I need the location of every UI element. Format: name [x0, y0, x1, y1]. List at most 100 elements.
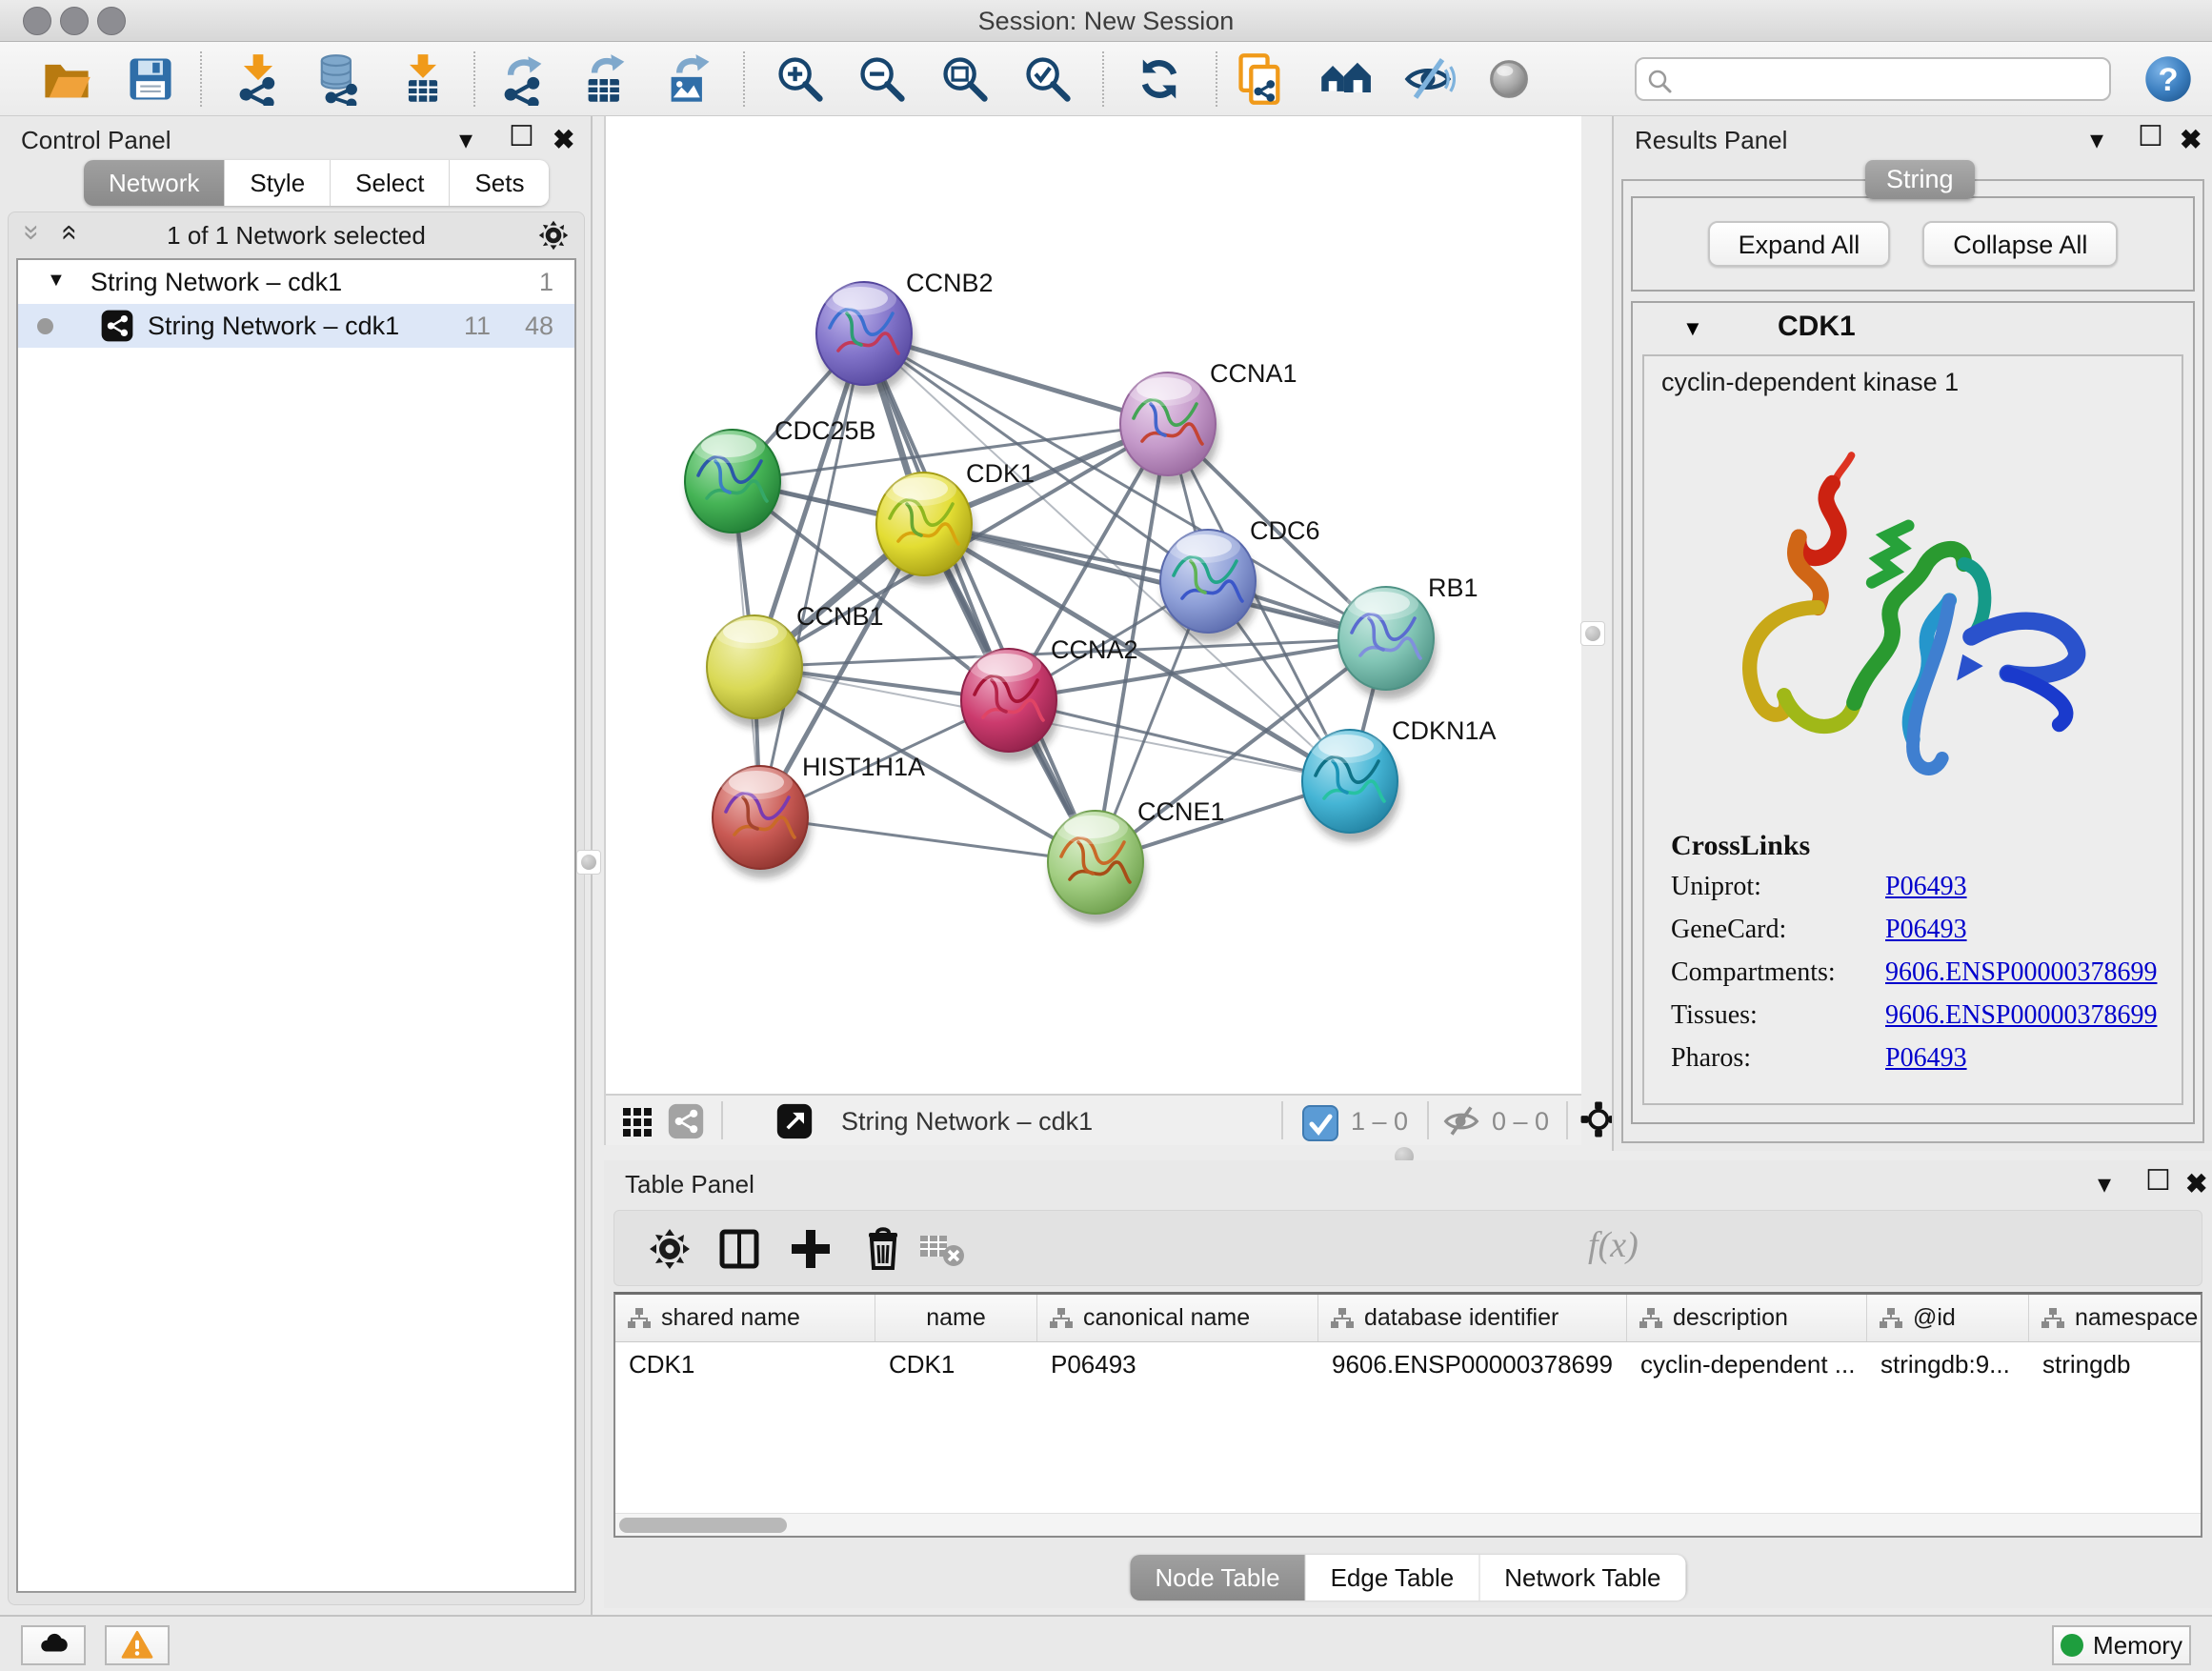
selected-count: 1 – 0 — [1351, 1107, 1408, 1137]
network-node-rb1[interactable] — [1338, 587, 1437, 699]
panel-close-icon[interactable]: ✖ — [553, 124, 574, 155]
network-node-cdc25b[interactable] — [685, 430, 783, 542]
delete-column-icon[interactable] — [858, 1224, 908, 1274]
tab-select[interactable]: Select — [331, 160, 450, 206]
table-cell[interactable]: stringdb:9... — [1867, 1342, 2029, 1388]
tab-style[interactable]: Style — [225, 160, 331, 206]
crosslink-row: GeneCard:P06493 — [1671, 915, 2182, 945]
add-column-icon[interactable] — [786, 1224, 835, 1274]
table-row[interactable]: CDK1CDK1P064939606.ENSP00000378699cyclin… — [615, 1342, 2201, 1388]
crosslink-link[interactable]: 9606.ENSP00000378699 — [1885, 1000, 2157, 1031]
panel-menu-icon[interactable]: ▾ — [2090, 124, 2103, 155]
import-network-file-icon[interactable] — [231, 52, 285, 106]
expand-all-button[interactable]: Expand All — [1708, 221, 1891, 267]
tab-network[interactable]: Network — [84, 160, 225, 206]
open-session-icon[interactable] — [40, 52, 93, 106]
table-cell[interactable]: 9606.ENSP00000378699 — [1318, 1342, 1627, 1388]
import-network-database-icon[interactable] — [312, 52, 365, 106]
network-row-selected[interactable]: String Network – cdk1 11 48 — [18, 304, 574, 348]
open-in-new-window-icon[interactable] — [775, 1102, 814, 1140]
column-header-namespace[interactable]: namespace — [2029, 1295, 2202, 1341]
tab-network-table[interactable]: Network Table — [1479, 1555, 1685, 1601]
left-splitter-handle[interactable] — [576, 850, 601, 875]
table-cell[interactable]: stringdb — [2029, 1342, 2202, 1388]
crosslink-link[interactable]: 9606.ENSP00000378699 — [1885, 957, 2157, 988]
duplicate-page-icon[interactable] — [1234, 52, 1287, 106]
zoom-selected-icon[interactable] — [1021, 52, 1075, 106]
column-header--id[interactable]: @id — [1867, 1295, 2029, 1341]
network-collection-row[interactable]: ▼ String Network – cdk1 1 — [18, 260, 574, 304]
memory-button[interactable]: Memory — [2052, 1625, 2191, 1665]
section-expand-icon[interactable]: ▼ — [1682, 316, 1703, 341]
crosslink-link[interactable]: P06493 — [1885, 872, 1967, 902]
search-input[interactable] — [1680, 61, 2100, 97]
string-results-card: Expand All Collapse All ▼ CDK1 cyclin-de… — [1621, 179, 2204, 1143]
right-splitter-handle[interactable] — [1580, 621, 1605, 646]
zoom-fit-icon[interactable] — [938, 52, 992, 106]
network-canvas[interactable]: CCNB2CCNA1CDC25BCDK1CDC6RB1CCNB1CCNA2CDK… — [606, 116, 1583, 1094]
selected-checkbox-icon[interactable] — [1301, 1104, 1339, 1142]
results-panel: Results Panel ▾ ☐ ✖ String Expand All Co… — [1612, 116, 2212, 1151]
table-cell[interactable]: cyclin-dependent ... — [1627, 1342, 1867, 1388]
network-node-ccna1[interactable] — [1120, 372, 1218, 485]
network-node-ccna2[interactable] — [961, 649, 1059, 761]
first-neighbors-icon[interactable] — [1318, 52, 1372, 106]
scrollbar-thumb[interactable] — [619, 1518, 787, 1533]
tab-string[interactable]: String — [1865, 160, 1975, 199]
column-header-name[interactable]: name — [875, 1295, 1037, 1341]
network-node-hist1h1a[interactable] — [713, 766, 811, 878]
zoom-in-icon[interactable] — [774, 52, 827, 106]
table-toolbar: f(x) — [613, 1210, 2202, 1286]
tab-node-table[interactable]: Node Table — [1131, 1555, 1306, 1601]
birds-eye-view-icon[interactable] — [619, 1102, 657, 1140]
panel-float-icon[interactable]: ☐ — [2145, 1164, 2171, 1198]
network-node-cdk1[interactable] — [876, 473, 975, 585]
column-header-shared-name[interactable]: shared name — [615, 1295, 875, 1341]
import-table-file-icon[interactable] — [396, 52, 450, 106]
table-cell[interactable]: CDK1 — [615, 1342, 875, 1388]
zoom-out-icon[interactable] — [855, 52, 909, 106]
tab-edge-table[interactable]: Edge Table — [1306, 1555, 1480, 1601]
network-node-cdc6[interactable] — [1160, 530, 1258, 642]
help-icon[interactable]: ? — [2142, 52, 2195, 106]
column-header-description[interactable]: description — [1627, 1295, 1867, 1341]
crosslink-link[interactable]: P06493 — [1885, 915, 1967, 945]
table-settings-gear-icon[interactable] — [645, 1224, 694, 1274]
collapse-all-button[interactable]: Collapse All — [1922, 221, 2118, 267]
column-header-canonical-name[interactable]: canonical name — [1037, 1295, 1318, 1341]
horizontal-scrollbar[interactable] — [615, 1513, 2201, 1536]
crosslink-link[interactable]: P06493 — [1885, 1043, 1967, 1074]
network-node-ccne1[interactable] — [1048, 811, 1146, 923]
show-columns-icon[interactable] — [714, 1224, 764, 1274]
gene-section-header[interactable]: ▼ CDK1 — [1633, 303, 2193, 354]
panel-close-icon[interactable]: ✖ — [2180, 124, 2202, 155]
cloud-button[interactable] — [21, 1625, 86, 1665]
export-image-icon[interactable] — [663, 52, 716, 106]
hide-selection-icon[interactable] — [1402, 52, 1456, 106]
show-all-icon[interactable] — [1482, 52, 1536, 106]
network-node-ccnb2[interactable] — [816, 282, 915, 394]
panel-menu-icon[interactable]: ▾ — [459, 124, 473, 155]
delete-table-icon — [917, 1224, 967, 1274]
table-cell[interactable]: CDK1 — [875, 1342, 1037, 1388]
network-node-cdkn1a[interactable] — [1302, 730, 1400, 842]
warnings-button[interactable] — [105, 1625, 170, 1665]
tree-expand-icon[interactable]: ▼ — [47, 270, 66, 292]
panel-float-icon[interactable]: ☐ — [2138, 120, 2163, 153]
network-share-icon[interactable] — [667, 1102, 705, 1140]
search-box[interactable] — [1635, 57, 2111, 101]
panel-float-icon[interactable]: ☐ — [509, 120, 534, 153]
export-table-icon[interactable] — [580, 52, 633, 106]
tab-sets[interactable]: Sets — [450, 160, 549, 206]
save-session-icon[interactable] — [124, 52, 177, 106]
column-header-database-identifier[interactable]: database identifier — [1318, 1295, 1627, 1341]
gene-section-body: cyclin-dependent kinase 1 — [1642, 354, 2183, 1105]
network-node-ccnb1[interactable] — [707, 615, 805, 728]
table-cell[interactable]: P06493 — [1037, 1342, 1318, 1388]
panel-close-icon[interactable]: ✖ — [2185, 1168, 2207, 1199]
export-network-icon[interactable] — [496, 52, 550, 106]
panel-menu-icon[interactable]: ▾ — [2098, 1168, 2111, 1199]
toolbar-separator — [1427, 1101, 1429, 1139]
refresh-icon[interactable] — [1133, 52, 1186, 106]
network-options-gear-icon[interactable] — [536, 218, 571, 252]
